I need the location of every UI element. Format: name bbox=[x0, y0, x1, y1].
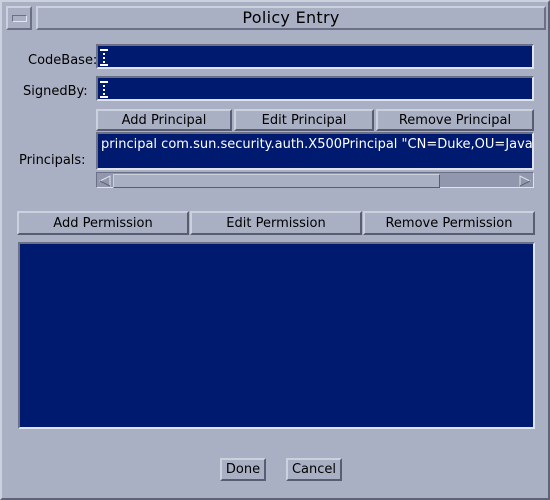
list-item[interactable]: principal com.sun.security.auth.X500Prin… bbox=[101, 136, 532, 153]
edit-permission-button[interactable]: Edit Permission bbox=[190, 211, 362, 235]
remove-principal-button[interactable]: Remove Principal bbox=[376, 109, 534, 131]
scroll-right-arrow-icon[interactable] bbox=[518, 174, 532, 188]
dialog-content: CodeBase: SignedBy: Add Principal Edit P… bbox=[6, 34, 546, 496]
codebase-input[interactable] bbox=[96, 44, 534, 69]
minimize-button[interactable] bbox=[6, 6, 32, 30]
add-permission-button[interactable]: Add Permission bbox=[17, 211, 189, 235]
scroll-left-arrow-icon[interactable] bbox=[98, 174, 112, 188]
codebase-label: CodeBase: bbox=[28, 53, 98, 68]
principals-list[interactable]: principal com.sun.security.auth.X500Prin… bbox=[96, 132, 534, 170]
title-bar-label-area: Policy Entry bbox=[36, 6, 546, 30]
cancel-button[interactable]: Cancel bbox=[286, 458, 342, 481]
done-button[interactable]: Done bbox=[220, 458, 266, 481]
title-bar: Policy Entry bbox=[6, 5, 546, 31]
principals-label: Principals: bbox=[19, 153, 86, 168]
remove-permission-button[interactable]: Remove Permission bbox=[363, 211, 535, 235]
caret-bottom-serif bbox=[100, 64, 108, 66]
edit-principal-button[interactable]: Edit Principal bbox=[234, 109, 374, 131]
policy-entry-window: Policy Entry CodeBase: SignedBy: Add Pri… bbox=[0, 0, 550, 500]
minimize-icon bbox=[11, 14, 27, 22]
permissions-list[interactable] bbox=[18, 242, 535, 429]
window-title: Policy Entry bbox=[242, 8, 340, 27]
principals-horizontal-scrollbar[interactable] bbox=[96, 172, 534, 188]
signedby-label: SignedBy: bbox=[23, 84, 88, 99]
add-principal-button[interactable]: Add Principal bbox=[96, 109, 232, 131]
signedby-input[interactable] bbox=[96, 76, 534, 101]
scrollbar-thumb[interactable] bbox=[113, 174, 440, 188]
caret-bottom-serif bbox=[100, 96, 108, 98]
